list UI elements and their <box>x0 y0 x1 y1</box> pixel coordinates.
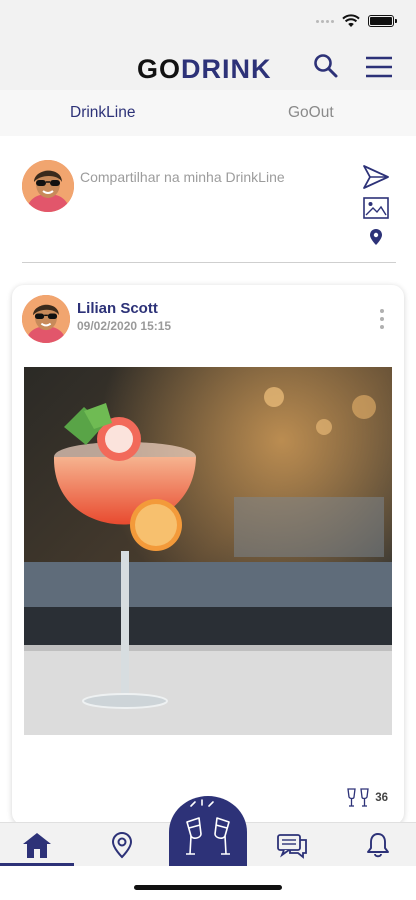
tab-goout[interactable]: GoOut <box>288 104 334 122</box>
nav-home[interactable] <box>20 829 54 861</box>
tab-drinkline[interactable]: DrinkLine <box>70 104 135 122</box>
nav-chat[interactable] <box>275 829 309 861</box>
cheers-count: 36 <box>375 792 388 804</box>
cheers-button[interactable] <box>169 796 247 866</box>
nav-notifications[interactable] <box>361 829 395 861</box>
post-photo[interactable] <box>24 367 392 735</box>
signal-icon <box>316 19 334 23</box>
cheers-stat[interactable]: 36 <box>345 785 388 811</box>
author-avatar[interactable] <box>22 295 70 343</box>
feed-tabs: DrinkLine GoOut <box>0 90 416 136</box>
divider <box>22 262 396 263</box>
post-timestamp: 09/02/2020 15:15 <box>77 319 172 333</box>
bell-icon <box>367 833 389 858</box>
post-composer: Compartilhar na minha DrinkLine <box>22 152 396 262</box>
app-header: GODRINK <box>0 44 416 90</box>
status-bar <box>0 0 416 44</box>
wifi-icon <box>342 14 360 27</box>
send-icon[interactable] <box>362 164 390 190</box>
post-author[interactable]: Lilian Scott <box>77 300 158 317</box>
composer-input[interactable]: Compartilhar na minha DrinkLine <box>80 169 285 185</box>
menu-icon[interactable] <box>364 54 394 80</box>
nav-map[interactable] <box>105 829 139 861</box>
search-icon[interactable] <box>312 52 340 80</box>
home-icon <box>23 833 51 858</box>
post-card: Lilian Scott 09/02/2020 15:15 36 <box>12 285 404 825</box>
active-tab-indicator <box>0 863 74 866</box>
avatar <box>22 160 74 212</box>
map-pin-icon <box>111 831 133 859</box>
image-icon[interactable] <box>363 197 389 219</box>
app-logo: GODRINK <box>137 54 272 84</box>
chat-icon <box>277 834 307 859</box>
cheers-icon <box>347 788 369 807</box>
more-options-icon[interactable] <box>380 309 386 329</box>
home-indicator <box>134 885 282 890</box>
location-icon[interactable] <box>369 228 383 246</box>
battery-icon <box>368 15 397 27</box>
